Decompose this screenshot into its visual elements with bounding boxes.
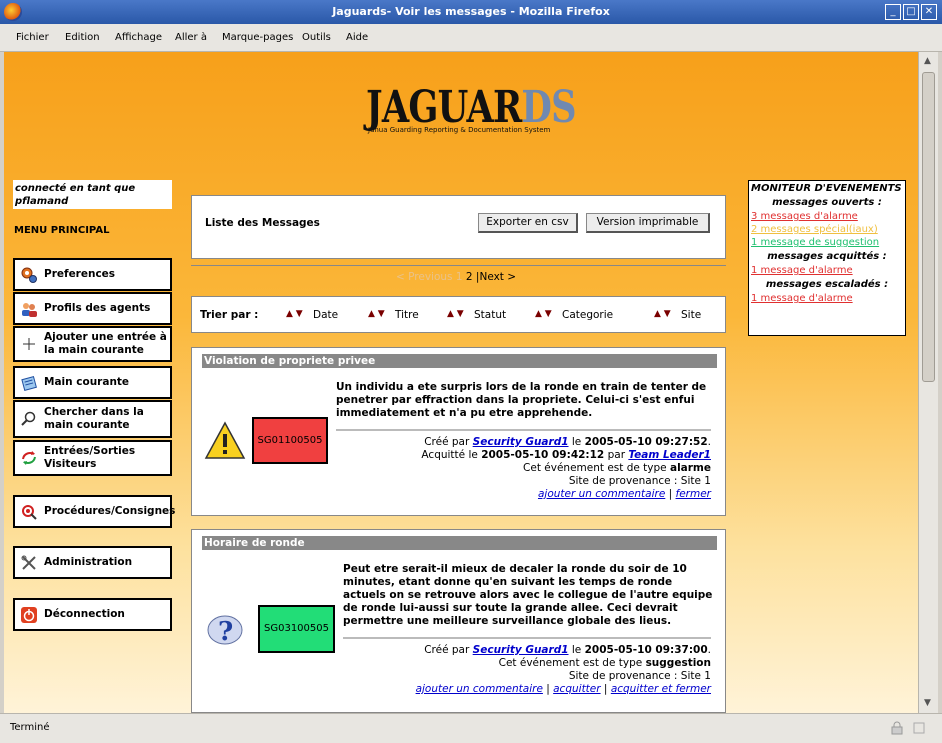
message-meta: Créé par Security Guard1 le 2005-05-10 0… xyxy=(415,644,711,695)
nav-deconnection[interactable]: Déconnection xyxy=(13,598,172,631)
divider xyxy=(191,265,726,266)
pager: < Previous 1 2 |Next > xyxy=(396,271,516,283)
pager-page-1[interactable]: 1 xyxy=(456,271,463,283)
nav-preferences[interactable]: Preferences xyxy=(13,258,172,291)
gears-icon xyxy=(18,264,40,286)
acknowledge-close-link[interactable]: acquitter et fermer xyxy=(611,683,711,695)
scroll-thumb[interactable] xyxy=(922,72,935,382)
minimize-button[interactable]: _ xyxy=(885,4,901,20)
open-special-link[interactable]: 2 messages spécial(iaux) xyxy=(751,224,903,235)
nav-entrees-sorties[interactable]: Entrées/Sorties Visiteurs xyxy=(13,440,172,476)
message-body: Un individu a ete surpris lors de la ron… xyxy=(336,381,707,419)
menu-bar: Fichier Edition Affichage Aller à Marque… xyxy=(0,24,942,69)
sort-titre-arrows[interactable]: ▲ ▼ xyxy=(368,309,385,319)
close-message-link[interactable]: fermer xyxy=(676,488,711,500)
sort-date[interactable]: Date xyxy=(313,309,338,321)
message-separator xyxy=(343,637,711,639)
acked-alarm-link[interactable]: 1 message d'alarme xyxy=(751,265,903,276)
acknowledge-link[interactable]: acquitter xyxy=(553,683,600,695)
open-suggestion-link[interactable]: 1 message de suggestion xyxy=(751,237,903,248)
nav-procedures[interactable]: Procédures/Consignes xyxy=(13,495,175,528)
menu-fichier[interactable]: Fichier xyxy=(16,32,49,43)
window-titlebar: Jaguards- Voir les messages - Mozilla Fi… xyxy=(0,0,942,24)
nav-profils[interactable]: Profils des agents xyxy=(13,292,172,325)
lock-icon xyxy=(891,721,903,735)
message-code: SG03100505 xyxy=(258,605,335,653)
sort-site[interactable]: Site xyxy=(681,309,701,321)
open-alarm-link[interactable]: 3 messages d'alarme xyxy=(751,211,903,222)
message-title: Violation de propriete privee xyxy=(202,354,717,368)
question-icon: ? xyxy=(207,615,243,647)
author-link[interactable]: Security Guard1 xyxy=(473,644,569,656)
author-link[interactable]: Security Guard1 xyxy=(473,436,569,448)
print-version-button[interactable]: Version imprimable xyxy=(586,213,710,233)
menu-aide[interactable]: Aide xyxy=(346,32,368,43)
menu-title: MENU PRINCIPAL xyxy=(14,225,110,236)
close-button[interactable]: ✕ xyxy=(921,4,937,20)
magnifier-icon xyxy=(18,408,40,430)
status-text: Terminé xyxy=(10,722,50,733)
arrows-icon xyxy=(18,447,40,469)
status-bar: Terminé xyxy=(0,713,942,743)
monitor-acked-heading: messages acquittés : xyxy=(767,251,887,262)
connected-user: connecté en tant que pflamand xyxy=(13,180,172,209)
monitor-open-heading: messages ouverts : xyxy=(772,197,882,208)
nav-chercher[interactable]: Chercher dans la main courante xyxy=(13,400,172,438)
page-content: JAGUARDS Janua Guarding Reporting & Docu… xyxy=(4,52,918,713)
procedure-icon xyxy=(18,501,40,523)
menu-marque-pages[interactable]: Marque-pages xyxy=(222,32,293,43)
nav-ajouter-entree[interactable]: Ajouter une entrée à la main courante xyxy=(13,326,172,362)
users-icon xyxy=(18,298,40,320)
menu-affichage[interactable]: Affichage xyxy=(115,32,162,43)
sort-label: Trier par : xyxy=(200,309,259,321)
message-separator xyxy=(336,429,711,431)
nav-main-courante[interactable]: Main courante xyxy=(13,366,172,399)
scroll-down-icon[interactable]: ▼ xyxy=(924,698,931,708)
svg-text:?: ? xyxy=(218,617,233,647)
tools-icon xyxy=(18,552,40,574)
pager-next[interactable]: |Next > xyxy=(476,271,516,283)
sort-date-arrows[interactable]: ▲ ▼ xyxy=(286,309,303,319)
message-title: Horaire de ronde xyxy=(202,536,717,550)
notepad-icon xyxy=(18,372,40,394)
jaguards-logo: JAGUARDS Janua Guarding Reporting & Docu… xyxy=(366,82,577,134)
monitor-escalated-heading: messages escaladés : xyxy=(765,279,889,290)
sort-titre[interactable]: Titre xyxy=(395,309,419,321)
acknowledger-link[interactable]: Team Leader1 xyxy=(628,449,711,461)
message-card: Violation de propriete privee SG01100505… xyxy=(191,347,726,516)
escalated-alarm-link[interactable]: 1 message d'alarme xyxy=(751,293,903,304)
scroll-up-icon[interactable]: ▲ xyxy=(924,56,931,66)
plus-icon xyxy=(18,333,40,355)
sort-bar: Trier par : ▲ ▼ Date ▲ ▼ Titre ▲ ▼ Statu… xyxy=(191,296,726,333)
pager-page-2: 2 xyxy=(465,271,473,283)
sort-statut[interactable]: Statut xyxy=(474,309,506,321)
event-monitor: MONITEUR D'EVENEMENTS messages ouverts :… xyxy=(748,180,906,336)
messages-list-header: Liste des Messages Exporter en csv Versi… xyxy=(191,195,726,259)
sort-statut-arrows[interactable]: ▲ ▼ xyxy=(447,309,464,319)
maximize-button[interactable]: □ xyxy=(903,4,919,20)
add-comment-link[interactable]: ajouter un commentaire xyxy=(538,488,665,500)
power-icon xyxy=(18,604,40,626)
add-comment-link[interactable]: ajouter un commentaire xyxy=(416,683,543,695)
connection-icon xyxy=(913,722,925,734)
message-meta: Créé par Security Guard1 le 2005-05-10 0… xyxy=(421,436,711,500)
window-title: Jaguards- Voir les messages - Mozilla Fi… xyxy=(332,5,610,18)
menu-outils[interactable]: Outils xyxy=(302,32,331,43)
menu-edition[interactable]: Edition xyxy=(65,32,100,43)
pager-previous: < Previous xyxy=(396,271,453,283)
monitor-title: MONITEUR D'EVENEMENTS xyxy=(751,183,902,194)
sort-site-arrows[interactable]: ▲ ▼ xyxy=(654,309,671,319)
sort-categorie[interactable]: Categorie xyxy=(562,309,613,321)
message-card: Horaire de ronde ? SG03100505 Peut etre … xyxy=(191,529,726,713)
vertical-scrollbar[interactable]: ▲ ▼ xyxy=(918,52,938,713)
list-title: Liste des Messages xyxy=(205,217,320,229)
sort-categorie-arrows[interactable]: ▲ ▼ xyxy=(535,309,552,319)
message-body: Peut etre serait-il mieux de decaler la … xyxy=(343,563,713,627)
menu-aller[interactable]: Aller à xyxy=(175,32,207,43)
nav-administration[interactable]: Administration xyxy=(13,546,172,579)
export-csv-button[interactable]: Exporter en csv xyxy=(478,213,578,233)
message-code: SG01100505 xyxy=(252,417,328,464)
warning-icon xyxy=(204,421,246,459)
